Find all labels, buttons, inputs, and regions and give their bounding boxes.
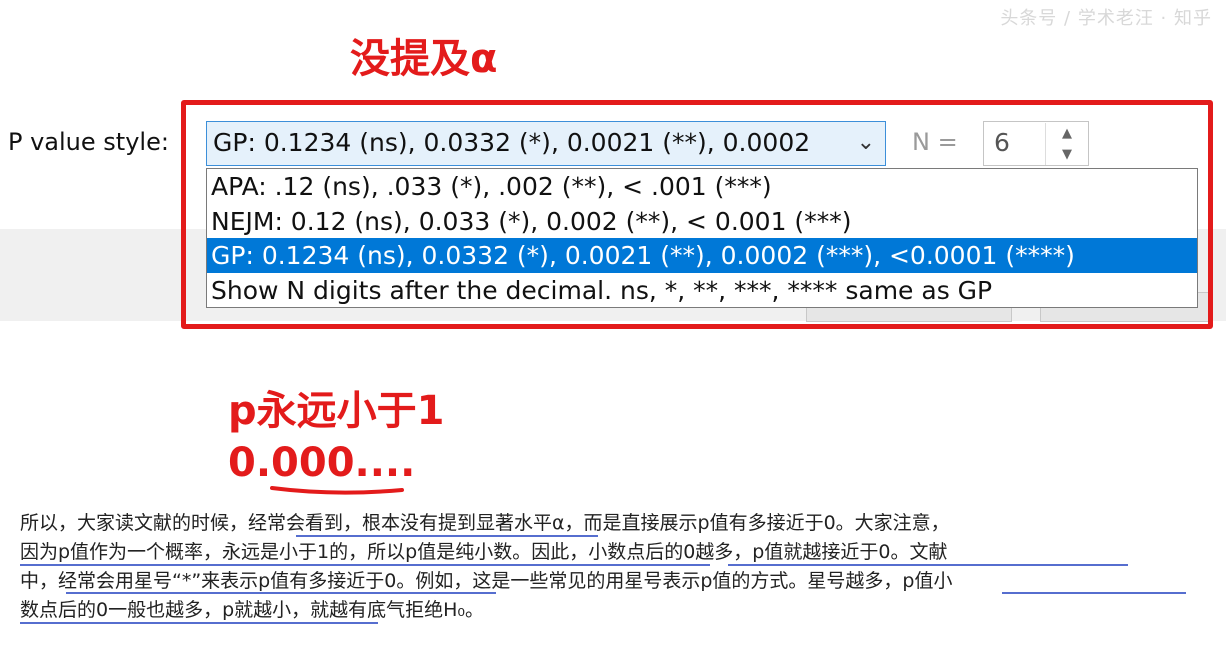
annotation-p-less-than-one: p永远小于1: [228, 388, 445, 434]
annotation-title: 没提及α: [350, 36, 498, 82]
p-value-style-label: P value style:: [8, 128, 169, 156]
paragraph-line: 中，经常会用星号“*”来表示p值有多接近于0。例如，这是一些常见的用星号表示p值…: [20, 570, 953, 592]
watermark: 头条号 / 学术老汪 · 知乎: [1000, 8, 1212, 29]
paragraph-line: 因为p值作为一个概率，永远是小于1的，所以p值是纯小数。因此，小数点后的0越多，…: [20, 541, 948, 563]
explanation-paragraph: 所以，大家读文献的时候，经常会看到，根本没有提到显著水平α，而是直接展示p值有多…: [20, 509, 1210, 625]
annotation-zeros: 0.000....: [228, 440, 416, 486]
highlight-box: [181, 100, 1213, 329]
red-underline: [270, 486, 404, 495]
paragraph-line: 所以，大家读文献的时候，经常会看到，根本没有提到显著水平α，而是直接展示p值有多…: [20, 512, 950, 534]
paragraph-line: 数点后的0一般也越多，p就越小，就越有底气拒绝H₀。: [20, 599, 485, 621]
